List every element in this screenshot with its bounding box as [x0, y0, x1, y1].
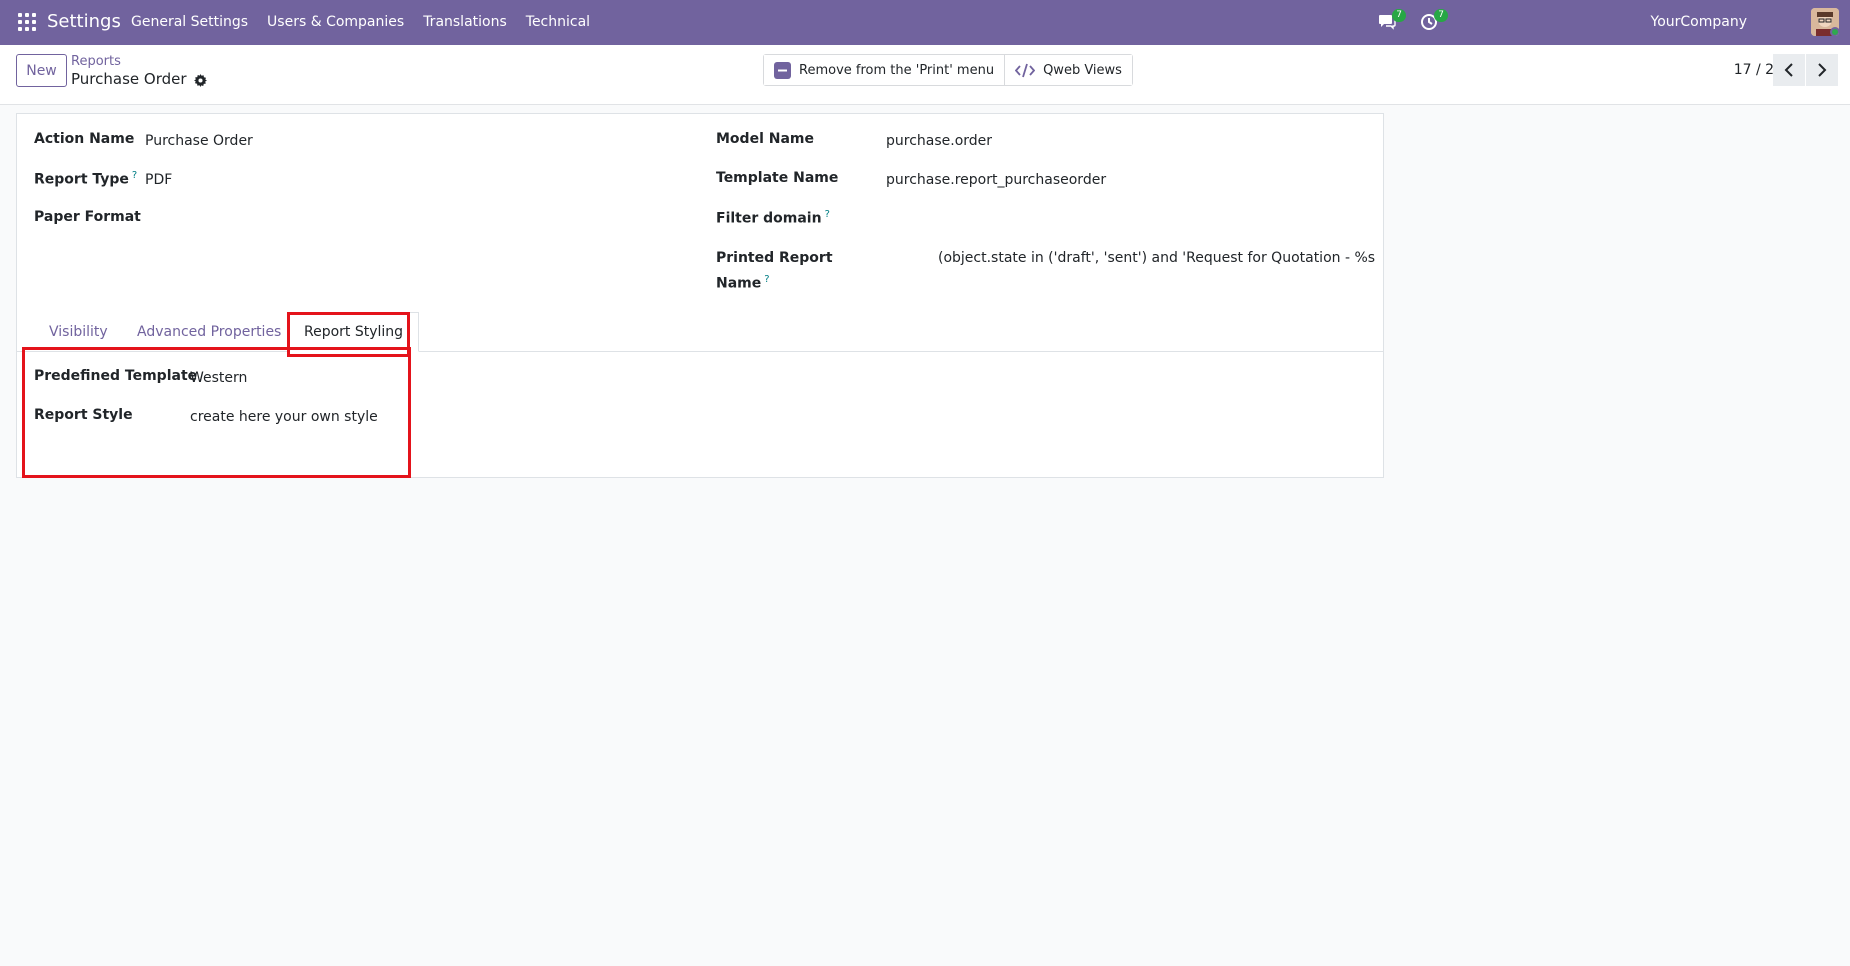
content-highlight-box: [22, 347, 411, 478]
top-navbar: Settings General Settings Users & Compan…: [0, 0, 1850, 45]
control-panel: New Reports Purchase Order Remove from t…: [0, 45, 1850, 105]
online-status-icon: [1830, 27, 1839, 36]
breadcrumb-reports[interactable]: Reports: [71, 54, 121, 69]
pager-buttons: [1773, 54, 1838, 86]
new-button[interactable]: New: [16, 54, 67, 87]
chevron-right-icon: [1818, 63, 1827, 77]
filter-domain-field[interactable]: [886, 211, 1356, 231]
tab-visibility[interactable]: Visibility: [34, 312, 123, 352]
notebook-tabs: Visibility Advanced Properties Report St…: [17, 312, 1383, 352]
paper-format-field[interactable]: [145, 211, 685, 231]
tab-advanced-properties[interactable]: Advanced Properties: [122, 312, 296, 352]
main-menu: General Settings Users & Companies Trans…: [131, 14, 609, 30]
action-name-label: Action Name: [34, 131, 135, 147]
app-title[interactable]: Settings: [47, 11, 121, 32]
gear-icon[interactable]: [193, 73, 207, 87]
menu-general-settings[interactable]: General Settings: [131, 14, 248, 30]
pager-previous-button[interactable]: [1773, 54, 1805, 86]
printed-report-name-label: Printed Report Name?: [716, 250, 833, 292]
template-name-field[interactable]: purchase.report_purchaseorder: [886, 172, 1106, 188]
printed-report-name-help-icon[interactable]: ?: [764, 274, 769, 285]
filter-domain-help-icon[interactable]: ?: [825, 209, 830, 220]
chevron-left-icon: [1784, 63, 1793, 77]
user-avatar[interactable]: [1811, 8, 1839, 36]
code-icon: [1015, 63, 1036, 78]
action-name-field[interactable]: Purchase Order: [145, 133, 253, 149]
model-name-label: Model Name: [716, 131, 814, 147]
activity-badge: 7: [1434, 9, 1448, 22]
chat-badge: 7: [1392, 9, 1406, 22]
action-button-group: Remove from the 'Print' menu Qweb Views: [763, 54, 1133, 86]
apps-menu-icon[interactable]: [18, 13, 36, 31]
filter-domain-label: Filter domain?: [716, 209, 830, 227]
company-switcher[interactable]: YourCompany: [1651, 14, 1748, 30]
minus-square-icon: [774, 61, 791, 79]
record-title: Purchase Order: [71, 70, 187, 88]
chat-icon[interactable]: 7: [1378, 9, 1406, 31]
printed-report-name-field[interactable]: (object.state in ('draft', 'sent') and '…: [938, 250, 1375, 266]
report-type-help-icon[interactable]: ?: [132, 170, 137, 181]
qweb-views-label: Qweb Views: [1043, 62, 1122, 78]
menu-translations[interactable]: Translations: [423, 14, 507, 30]
qweb-views-button[interactable]: Qweb Views: [1004, 55, 1132, 85]
remove-from-print-menu-label: Remove from the 'Print' menu: [799, 62, 995, 78]
menu-technical[interactable]: Technical: [526, 14, 590, 30]
model-name-field[interactable]: purchase.order: [886, 133, 992, 149]
paper-format-label: Paper Format: [34, 209, 141, 225]
remove-from-print-menu-button[interactable]: Remove from the 'Print' menu: [764, 55, 1005, 85]
activity-clock-icon[interactable]: 7: [1420, 9, 1448, 31]
pager-next-button[interactable]: [1806, 54, 1838, 86]
breadcrumb-current: Purchase Order: [71, 70, 207, 88]
menu-users-companies[interactable]: Users & Companies: [267, 14, 404, 30]
report-type-field[interactable]: PDF: [145, 172, 172, 188]
template-name-label: Template Name: [716, 170, 839, 186]
report-type-label: Report Type?: [34, 170, 138, 188]
